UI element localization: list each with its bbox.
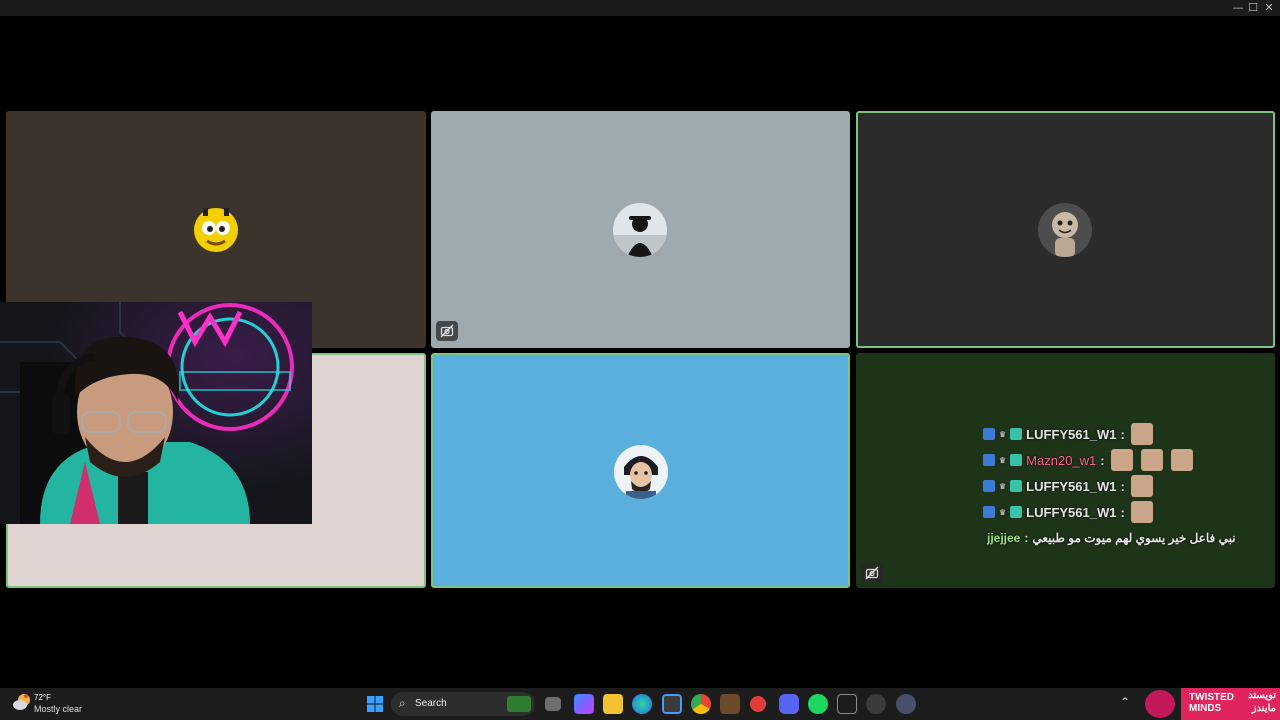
search-icon: ⌕ [399,696,406,710]
emote-icon [1140,449,1163,471]
camera-off-icon [861,563,883,583]
emote-icon [1110,449,1133,471]
brand-banner: TWISTED MINDS تويستد مايندز [1181,688,1280,720]
emote-icon [1130,501,1153,523]
brand-name-en-1: TWISTED [1189,692,1234,703]
xbox-icon[interactable] [837,694,857,714]
chat-username: Mazn20_w1 [1026,452,1097,468]
brand-name-ar-2: مايندز [1251,703,1276,714]
chat-username: jjejjee [987,531,1021,545]
close-button[interactable]: ✕ [1259,1,1279,15]
chat-line: ♛ Mazn20_w1 : [983,447,1243,473]
discord-icon[interactable] [779,694,799,714]
webcam-overlay [0,302,312,524]
subscriber-badge-icon [1010,506,1023,518]
crown-icon: ♛ [999,429,1007,439]
search-placeholder: Search [415,698,447,709]
chat-separator: : [1100,452,1105,468]
chat-message: نبي فاعل خير يسوي لهم ميوت مو طبيعي [1032,531,1236,545]
emote-icon [1130,475,1153,497]
weather-temp[interactable]: 72°F [34,693,51,702]
obs-icon[interactable] [896,694,916,714]
chat-username: LUFFY561_W1 [1026,478,1117,494]
task-view-icon[interactable] [545,697,561,711]
app-icon[interactable] [720,694,740,714]
chat-line: ♛ LUFFY561_W1 : [983,499,1243,525]
brand-name-en-2: MINDS [1189,703,1222,714]
taskbar-search[interactable]: ⌕ Search [391,692,535,716]
chat-line: ♛ LUFFY561_W1 : [983,473,1243,499]
weather-desc[interactable]: Mostly clear [34,704,82,714]
avatar [614,445,668,499]
chrome-icon[interactable] [691,694,711,714]
copilot-icon[interactable] [574,694,594,714]
edge-icon[interactable] [632,694,652,714]
crown-icon: ♛ [999,507,1007,517]
brand-logo-icon [1145,690,1175,718]
chat-line: ♛ LUFFY561_W1 : [983,421,1243,447]
subscriber-badge-icon [1010,454,1023,466]
participant-tile-3[interactable] [856,111,1275,348]
spotify-icon[interactable] [808,694,828,714]
moderator-badge-icon [983,480,995,492]
crown-icon: ♛ [999,481,1007,491]
window-titlebar: — ☐ ✕ [0,0,1280,16]
chat-separator: : [1120,478,1125,494]
weather-icon [12,692,32,712]
emote-icon [1170,449,1193,471]
store-icon[interactable] [662,694,682,714]
chat-overlay: ♛ LUFFY561_W1 : ♛ Mazn20_w1 : ♛ LUFFY561… [983,421,1243,551]
chat-separator: : [1024,531,1029,545]
participant-tile-5[interactable] [431,353,850,588]
search-highlight-icon [507,696,531,712]
taskbar: 72°F Mostly clear ⌕ Search ⌃ TWISTED MIN… [0,688,1280,720]
participant-tile-2[interactable] [431,111,850,348]
brand-name-ar-1: تويستد [1248,690,1276,701]
moderator-badge-icon [983,428,995,440]
subscriber-badge-icon [1010,428,1023,440]
avatar [613,203,667,257]
avatar [189,203,243,257]
chat-username: LUFFY561_W1 [1026,426,1117,442]
chat-line: jjejjee : نبي فاعل خير يسوي لهم ميوت مو … [983,525,1243,551]
avatar [1038,203,1092,257]
chat-separator: : [1120,504,1125,520]
app-icon[interactable] [750,696,766,712]
moderator-badge-icon [983,454,995,466]
participant-tile-6[interactable]: ♛ LUFFY561_W1 : ♛ Mazn20_w1 : ♛ LUFFY561… [856,353,1275,588]
chat-separator: : [1120,426,1125,442]
file-explorer-icon[interactable] [603,694,623,714]
camera-off-icon [436,321,458,341]
moderator-badge-icon [983,506,995,518]
windows-start-icon[interactable] [365,694,385,714]
chat-username: LUFFY561_W1 [1026,504,1117,520]
subscriber-badge-icon [1010,480,1023,492]
chrome-active-icon[interactable] [866,694,886,714]
crown-icon: ♛ [999,455,1007,465]
emote-icon [1130,423,1153,445]
chevron-up-icon[interactable]: ⌃ [1120,695,1130,709]
